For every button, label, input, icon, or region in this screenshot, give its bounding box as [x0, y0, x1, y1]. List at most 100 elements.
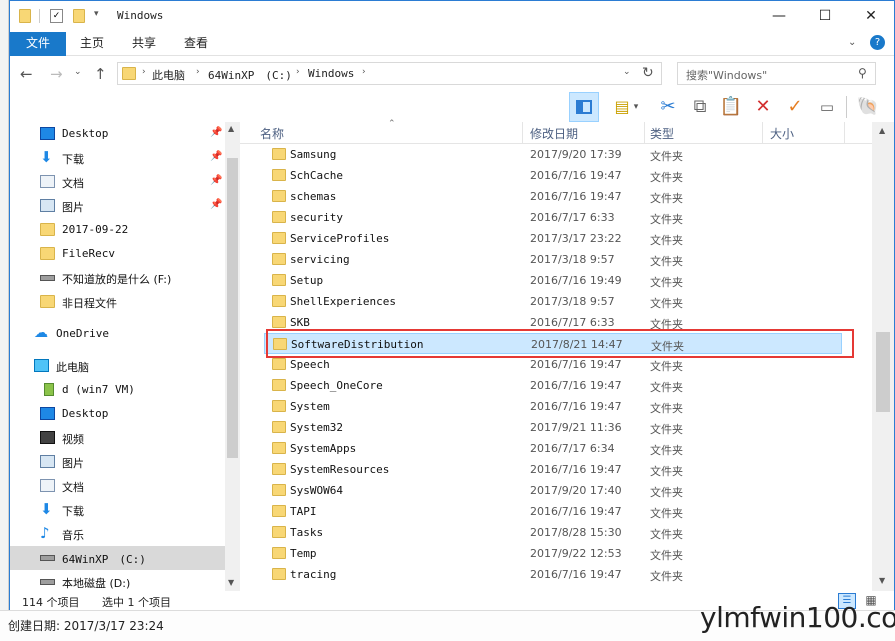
pin-icon[interactable]: 📌	[210, 127, 222, 138]
sidebar-item-network-drive-d[interactable]: d (win7 VM)	[10, 378, 225, 402]
scroll-down-icon[interactable]: ▼	[228, 578, 234, 587]
refresh-icon[interactable]: ↻	[642, 65, 654, 81]
file-list-scrollbar-thumb[interactable]	[876, 332, 890, 412]
scroll-up-icon[interactable]: ▲	[879, 126, 885, 135]
breadcrumb-separator-icon[interactable]: ›	[196, 67, 200, 77]
sidebar-item-drive-f[interactable]: 不知道放的是什么 (F:)	[10, 266, 225, 290]
column-header-type[interactable]: 类型	[650, 125, 674, 142]
sidebar-item-pc-desktop[interactable]: Desktop	[10, 402, 225, 426]
new-folder-icon[interactable]	[73, 9, 85, 23]
maximize-button[interactable]: ☐	[802, 1, 848, 32]
tab-home[interactable]: 主页	[70, 32, 114, 56]
table-row[interactable]: SystemApps 2016/7/17 6:34 文件夹	[264, 438, 842, 459]
column-header-date[interactable]: 修改日期	[530, 125, 578, 142]
quick-access-dropdown-icon[interactable]: ▾	[94, 9, 99, 19]
breadcrumb-separator-icon[interactable]: ›	[296, 67, 300, 77]
sidebar-scrollbar[interactable]: ▲ ▼	[225, 122, 240, 592]
pin-icon[interactable]: 📌	[210, 199, 222, 210]
sidebar-item-label: 2017-09-22	[62, 223, 129, 236]
breadcrumb-separator-icon[interactable]: ›	[362, 67, 366, 77]
file-explorer-window: ✓ ▾ Windows — ☐ ✕ 文件 主页 共享 查看 ⌄ ? ← → ⌄ …	[9, 0, 895, 611]
column-divider[interactable]	[844, 122, 845, 144]
sidebar-item-pc-pictures[interactable]: 图片	[10, 450, 225, 474]
tab-view[interactable]: 查看	[174, 32, 218, 56]
recent-locations-icon[interactable]: ⌄	[74, 67, 82, 77]
column-header-size[interactable]: 大小	[770, 125, 794, 142]
properties-icon[interactable]: ▭	[815, 95, 839, 119]
sidebar-item-this-pc[interactable]: 此电脑	[10, 354, 225, 378]
folder-icon	[122, 67, 136, 80]
sidebar-item-filerecv[interactable]: FileRecv	[10, 242, 225, 266]
scroll-down-icon[interactable]: ▼	[879, 576, 885, 585]
copy-icon[interactable]: ⧉	[688, 95, 712, 119]
column-divider[interactable]	[762, 122, 763, 144]
paste-icon[interactable]: 📋	[719, 95, 743, 119]
table-row[interactable]: security 2016/7/17 6:33 文件夹	[264, 207, 842, 228]
tab-share[interactable]: 共享	[122, 32, 166, 56]
search-icon[interactable]: ⚲	[858, 66, 867, 80]
address-dropdown-icon[interactable]: ⌄	[623, 67, 631, 77]
sidebar-item-videos[interactable]: 视频	[10, 426, 225, 450]
view-dropdown-icon[interactable]: ▾	[630, 95, 642, 119]
pin-icon[interactable]: 📌	[210, 175, 222, 186]
sidebar-scrollbar-thumb[interactable]	[227, 158, 238, 458]
table-row[interactable]: Speech_OneCore 2016/7/16 19:47 文件夹	[264, 375, 842, 396]
sidebar-item-onedrive[interactable]: ☁ OneDrive	[10, 322, 225, 346]
sidebar-item-downloads[interactable]: ⬇ 下载 📌	[10, 146, 225, 170]
file-list-scrollbar[interactable]: ▲ ▼	[872, 122, 894, 592]
sidebar-item-non-schedule[interactable]: 非日程文件	[10, 290, 225, 314]
file-date: 2017/9/20 17:39	[530, 148, 622, 161]
delete-icon[interactable]: ✕	[751, 95, 775, 119]
table-row[interactable]: schemas 2016/7/16 19:47 文件夹	[264, 186, 842, 207]
sidebar-item-desktop[interactable]: Desktop 📌	[10, 122, 225, 146]
sidebar-item-folder-2017-09-22[interactable]: 2017-09-22	[10, 218, 225, 242]
file-list: ⌃ 名称 修改日期 类型 大小 Samsung 2017/9/20 17:39 文件…	[240, 119, 894, 592]
table-row[interactable]: System32 2017/9/21 11:36 文件夹	[264, 417, 842, 438]
close-button[interactable]: ✕	[848, 1, 894, 32]
column-divider[interactable]	[644, 122, 645, 144]
preview-pane-button[interactable]	[569, 92, 599, 122]
sidebar-item-music[interactable]: ♪ 音乐	[10, 522, 225, 546]
back-button[interactable]: ←	[20, 65, 33, 83]
minimize-button[interactable]: —	[756, 1, 802, 32]
table-row[interactable]: tracing 2016/7/16 19:47 文件夹	[264, 564, 842, 585]
column-header-name[interactable]: 名称	[260, 125, 284, 142]
table-row[interactable]: TAPI 2016/7/16 19:47 文件夹	[264, 501, 842, 522]
pin-icon[interactable]: 📌	[210, 151, 222, 162]
table-row[interactable]: Temp 2017/9/22 12:53 文件夹	[264, 543, 842, 564]
table-row[interactable]: ShellExperiences 2017/3/18 9:57 文件夹	[264, 291, 842, 312]
help-icon[interactable]: ?	[870, 35, 885, 50]
cut-icon[interactable]: ✂	[656, 95, 680, 119]
rename-icon[interactable]: ✓	[783, 95, 807, 119]
breadcrumb-drive-c[interactable]: 64WinXP (C:)	[208, 67, 292, 83]
sidebar-item-pictures[interactable]: 图片 📌	[10, 194, 225, 218]
sidebar-item-drive-c[interactable]: 64WinXP (C:)	[10, 546, 225, 570]
ribbon-expand-icon[interactable]: ⌄	[848, 37, 856, 48]
sidebar-item-documents[interactable]: 文档 📌	[10, 170, 225, 194]
address-bar[interactable]: › 此电脑 › 64WinXP (C:) › Windows › ⌄	[117, 62, 662, 85]
search-input[interactable]: 搜索"Windows" ⚲	[677, 62, 876, 85]
table-row[interactable]: System 2016/7/16 19:47 文件夹	[264, 396, 842, 417]
tab-file[interactable]: 文件	[10, 32, 66, 56]
breadcrumb-windows[interactable]: Windows	[308, 67, 354, 80]
table-row[interactable]: SysWOW64 2017/9/20 17:40 文件夹	[264, 480, 842, 501]
scroll-up-icon[interactable]: ▲	[228, 124, 234, 133]
folder-icon	[272, 358, 286, 370]
table-row[interactable]: Tasks 2017/8/28 15:30 文件夹	[264, 522, 842, 543]
shell-icon[interactable]: 🐚	[856, 95, 880, 119]
table-row[interactable]: ServiceProfiles 2017/3/17 23:22 文件夹	[264, 228, 842, 249]
breadcrumb-this-pc[interactable]: 此电脑	[152, 67, 185, 83]
up-button[interactable]: ↑	[94, 65, 107, 83]
file-date: 2017/3/18 9:57	[530, 253, 615, 266]
table-row[interactable]: SchCache 2016/7/16 19:47 文件夹	[264, 165, 842, 186]
table-row[interactable]: Samsung 2017/9/20 17:39 文件夹	[264, 144, 842, 165]
sidebar-item-pc-downloads[interactable]: ⬇ 下载	[10, 498, 225, 522]
column-divider[interactable]	[522, 122, 523, 144]
forward-button[interactable]: →	[50, 65, 63, 83]
table-row[interactable]: Setup 2016/7/16 19:49 文件夹	[264, 270, 842, 291]
breadcrumb-separator-icon[interactable]: ›	[142, 67, 146, 77]
table-row[interactable]: SystemResources 2016/7/16 19:47 文件夹	[264, 459, 842, 480]
properties-icon[interactable]: ✓	[50, 9, 63, 23]
table-row[interactable]: servicing 2017/3/18 9:57 文件夹	[264, 249, 842, 270]
sidebar-item-pc-documents[interactable]: 文档	[10, 474, 225, 498]
